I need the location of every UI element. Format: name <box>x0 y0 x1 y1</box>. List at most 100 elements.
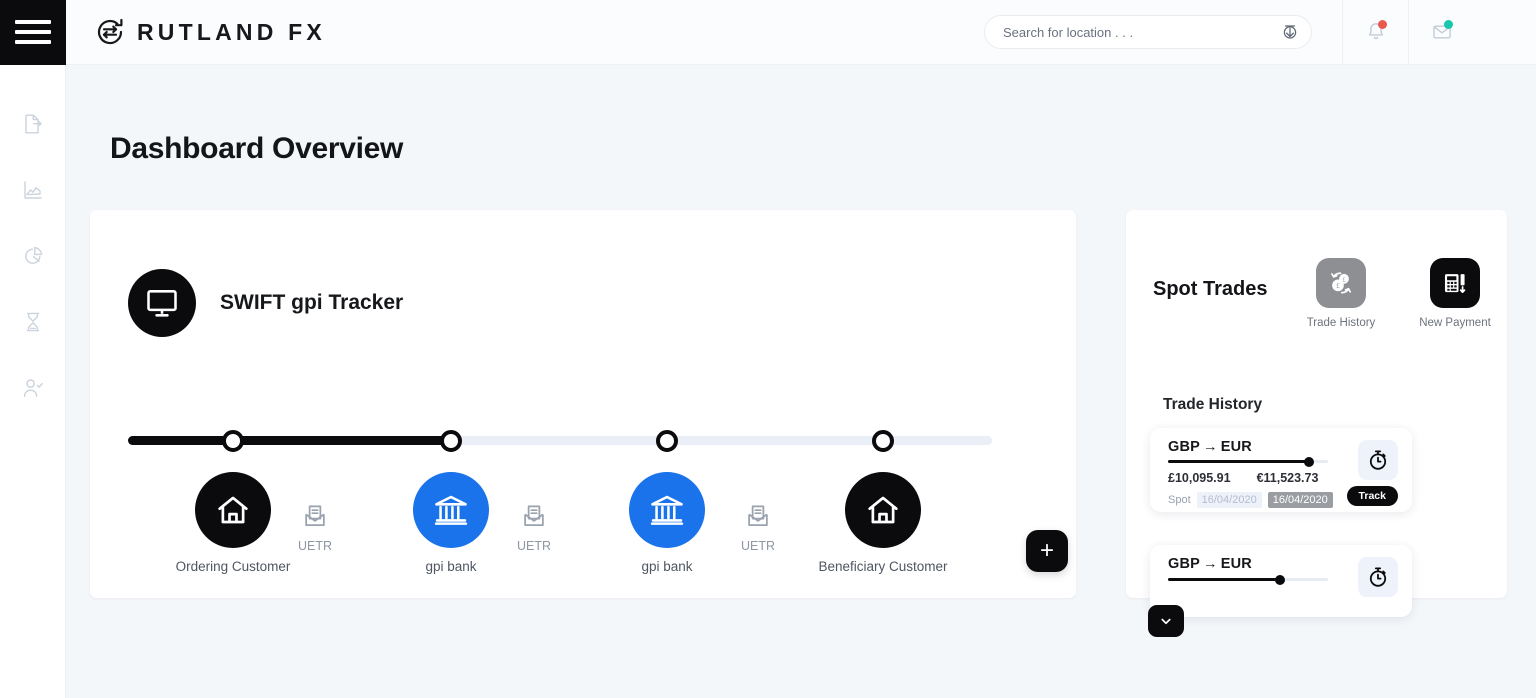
spot-panel-actions: £ £ Trade History New Payment <box>1303 258 1493 329</box>
tracker-stop-label: Ordering Customer <box>175 559 291 574</box>
area-chart-icon <box>23 181 42 199</box>
sidebar-item-analytics[interactable] <box>16 175 50 205</box>
brand-logo[interactable]: RUTLAND FX <box>94 16 326 48</box>
trade-history-tile: £ £ <box>1316 258 1366 308</box>
trade-progress-knob[interactable] <box>1304 456 1314 467</box>
swift-card-header: SWIFT gpi Tracker <box>128 269 403 337</box>
uetr-marker[interactable]: UETR <box>723 502 793 553</box>
bank-icon <box>650 495 684 525</box>
trade-timer-button[interactable] <box>1358 440 1398 480</box>
plus-icon: + <box>1039 537 1054 564</box>
uetr-marker[interactable]: UETR <box>499 502 569 553</box>
download-icon[interactable] <box>1281 23 1299 41</box>
trade-date-chip: 16/04/2020 <box>1196 492 1262 508</box>
new-payment-label: New Payment <box>1419 317 1491 329</box>
tracker-stop-label: gpi bank <box>425 559 477 574</box>
notification-badge <box>1378 19 1387 29</box>
messages-button[interactable] <box>1408 0 1474 65</box>
swift-gpi-tracker-card: SWIFT gpi Tracker Ordering Customer gpi … <box>90 210 1076 598</box>
currency-pair: GBP → EUR <box>1168 439 1252 455</box>
trade-progress-fill <box>1168 578 1280 581</box>
tracker-node-1[interactable] <box>222 430 244 452</box>
uetr-marker[interactable]: UETR <box>280 502 350 553</box>
message-badge <box>1444 19 1453 29</box>
from-currency: GBP <box>1168 439 1201 455</box>
svg-text:£: £ <box>1343 277 1346 283</box>
trade-card[interactable]: GBP → EUR <box>1150 545 1412 617</box>
swift-card-title: SWIFT gpi Tracker <box>220 291 404 314</box>
to-currency: EUR <box>1220 556 1252 572</box>
tracker-node-3[interactable] <box>656 430 678 452</box>
hourglass-icon <box>26 312 39 332</box>
trade-history-section-label: Trade History <box>1163 396 1263 413</box>
tracker-node-4[interactable] <box>872 430 894 452</box>
sidebar-item-pending[interactable] <box>16 307 50 337</box>
exchange-circle-icon <box>97 18 123 45</box>
sidebar-item-reports[interactable] <box>16 241 50 271</box>
uetr-label: UETR <box>516 539 552 553</box>
svg-text:£: £ <box>1336 282 1340 290</box>
trade-history-button[interactable]: £ £ Trade History <box>1303 258 1379 329</box>
stopwatch-icon <box>1369 450 1387 470</box>
tracker-rail-progress <box>128 436 460 445</box>
arrow-icon: → <box>1203 556 1218 572</box>
stopwatch-icon <box>1369 567 1387 587</box>
sidebar-nav <box>0 65 66 698</box>
search-container <box>984 15 1312 49</box>
payment-terminal-icon <box>1444 274 1466 293</box>
open-envelope-icon <box>305 505 325 526</box>
monitor-icon <box>147 290 177 317</box>
hamburger-menu-button[interactable] <box>0 0 66 65</box>
new-payment-tile <box>1430 258 1480 308</box>
brand-name: RUTLAND FX <box>137 18 326 45</box>
trade-timer-button[interactable] <box>1358 557 1398 597</box>
tracker-stop-label: Beneficiary Customer <box>818 559 948 574</box>
new-payment-button[interactable]: New Payment <box>1417 258 1493 329</box>
trade-amounts: £10,095.91 €11,523.73 <box>1168 471 1318 485</box>
spot-trades-panel: Spot Trades £ £ Trade History New Paymen… <box>1126 210 1507 637</box>
trade-progress-rail <box>1168 456 1328 467</box>
track-button[interactable]: Track <box>1346 486 1398 506</box>
trade-type-label: Spot <box>1168 494 1191 506</box>
page-title: Dashboard Overview <box>110 132 404 165</box>
to-currency: EUR <box>1220 439 1252 455</box>
uetr-label: UETR <box>297 539 333 553</box>
expand-trades-button[interactable] <box>1148 605 1184 637</box>
value-date-chip: 16/04/2020 <box>1267 492 1333 508</box>
open-envelope-icon <box>524 505 544 526</box>
hamburger-icon-bar <box>15 20 51 24</box>
tracker-stop-badge <box>413 472 489 548</box>
app-header: RUTLAND FX <box>0 0 1536 65</box>
chevron-down-icon <box>1161 618 1171 625</box>
trade-progress-rail <box>1168 574 1328 585</box>
tracker-stop[interactable]: Beneficiary Customer <box>808 472 958 574</box>
search-input[interactable] <box>984 15 1312 49</box>
document-export-icon <box>24 114 42 134</box>
trade-progress-knob[interactable] <box>1275 574 1285 585</box>
uetr-label: UETR <box>740 539 776 553</box>
bank-icon <box>434 495 468 525</box>
swift-progress-tracker: Ordering Customer gpi bank gpi bank Bene… <box>128 422 1030 597</box>
trade-history-label: Trade History <box>1306 317 1376 329</box>
pie-chart-icon <box>24 246 42 264</box>
swift-card-badge <box>128 269 196 337</box>
sidebar-item-clients[interactable] <box>16 373 50 403</box>
spot-panel-header: Spot Trades £ £ Trade History New Paymen… <box>1153 258 1493 329</box>
notifications-button[interactable] <box>1342 0 1408 65</box>
header-tail <box>1474 0 1536 65</box>
sell-amount: £10,095.91 <box>1168 471 1231 485</box>
tracker-stop-badge <box>629 472 705 548</box>
user-check-icon <box>23 379 43 397</box>
swift-add-button[interactable]: + <box>1026 530 1068 572</box>
currency-pair: GBP → EUR <box>1168 556 1252 572</box>
sidebar-item-documents[interactable] <box>16 109 50 139</box>
tracker-stop[interactable]: gpi bank <box>592 472 742 574</box>
trade-meta: Spot 16/04/2020 16/04/2020 <box>1168 492 1333 508</box>
from-currency: GBP <box>1168 556 1201 572</box>
tracker-node-2[interactable] <box>440 430 462 452</box>
home-icon <box>218 496 248 524</box>
tracker-stop-badge <box>195 472 271 548</box>
hamburger-icon-bar <box>15 40 51 44</box>
arrow-icon: → <box>1203 439 1218 455</box>
trade-card[interactable]: GBP → EUR £10,095.91 €11,523.73 Spot 16/04… <box>1150 428 1412 512</box>
